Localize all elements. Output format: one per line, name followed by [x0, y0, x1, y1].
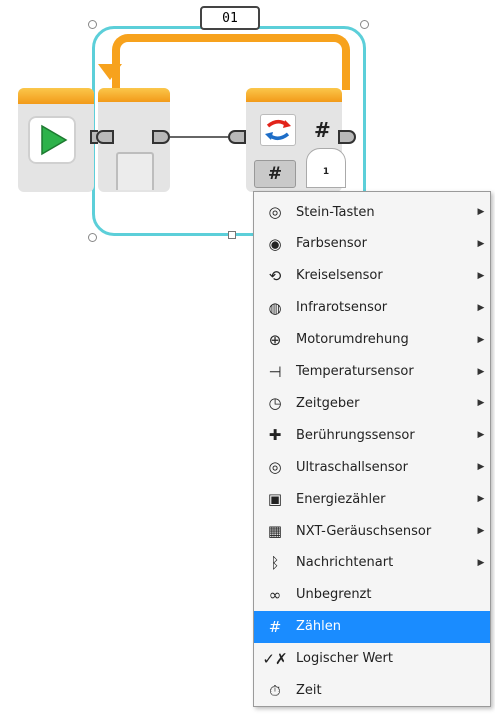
sequence-wire [170, 136, 228, 138]
submenu-arrow-icon: ▶ [477, 430, 485, 441]
submenu-arrow-icon: ▶ [477, 366, 485, 377]
loop-count-value: 1 [322, 167, 330, 177]
menu-item-label: Motorumdrehung [296, 332, 409, 348]
menu-item-label: Kreiselsensor [296, 268, 383, 284]
menu-item[interactable]: ⏱ Zeit [254, 675, 490, 707]
menu-item-label: Ultraschallsensor [296, 459, 408, 475]
start-block[interactable] [18, 88, 94, 192]
infrared-sensor-icon: ◍ [268, 298, 282, 317]
menu-item[interactable]: ▦ NXT-Geräuschsensor ▶ [254, 515, 490, 547]
resize-handle-top-right[interactable] [360, 20, 369, 29]
menu-item-label: Logischer Wert [296, 651, 393, 667]
loop-entry-input-plug[interactable] [96, 130, 114, 144]
loop-name-label[interactable]: 01 [200, 6, 260, 30]
gyro-sensor-icon: ⟲ [268, 266, 282, 285]
menu-item[interactable]: # Zählen [254, 610, 490, 643]
menu-item-label: Farbsensor [296, 236, 367, 252]
touch-sensor-icon: ✚ [268, 426, 282, 445]
loop-end-output-plug[interactable] [338, 130, 356, 144]
menu-item-label: Nachrichtenart [296, 555, 394, 571]
loop-end-input-plug[interactable] [228, 130, 246, 144]
menu-item[interactable]: ✓✗ Logischer Wert [254, 643, 490, 675]
color-sensor-icon: ◉ [268, 234, 282, 253]
timer-icon: ◷ [268, 394, 282, 413]
resize-handle-bottom-left[interactable] [88, 233, 97, 242]
menu-item[interactable]: ▣ Energiezähler ▶ [254, 483, 490, 515]
bluetooth-icon: ᛒ [270, 553, 280, 572]
menu-item[interactable]: ᛒ Nachrichtenart ▶ [254, 547, 490, 579]
resize-handle-top-left[interactable] [88, 20, 97, 29]
submenu-arrow-icon: ▶ [477, 462, 485, 473]
loop-mode-button[interactable] [260, 114, 296, 146]
infinity-icon: ∞ [268, 585, 282, 604]
stopwatch-icon: ⏱ [269, 681, 281, 700]
menu-item-label: Stein-Tasten [296, 204, 375, 220]
menu-item[interactable]: ∞ Unbegrenzt [254, 579, 490, 611]
menu-item[interactable]: ⊕ Motorumdrehung ▶ [254, 324, 490, 356]
loop-mode-icon [265, 120, 291, 140]
menu-item[interactable]: ◎ Ultraschallsensor ▶ [254, 451, 490, 483]
sound-sensor-icon: ▦ [267, 522, 283, 540]
menu-item-label: Berührungssensor [296, 427, 415, 443]
loop-entry-output-plug[interactable] [152, 130, 170, 144]
menu-item-label: Energiezähler [296, 491, 386, 507]
submenu-arrow-icon: ▶ [477, 334, 485, 345]
menu-item-label: NXT-Geräuschsensor [296, 523, 432, 539]
energy-meter-icon: ▣ [267, 490, 283, 509]
menu-item[interactable]: ⊣ Temperatursensor ▶ [254, 356, 490, 388]
ultrasonic-sensor-icon: ◎ [268, 458, 282, 477]
submenu-arrow-icon: ▶ [477, 238, 485, 249]
menu-item-label: Zeitgeber [296, 395, 360, 411]
menu-item-label: Unbegrenzt [296, 587, 372, 603]
menu-item[interactable]: ◎ Stein-Tasten ▶ [254, 196, 490, 228]
loop-entry-socket [116, 152, 154, 190]
loop-mode-symbol: # [314, 118, 331, 142]
loop-arrow-icon [98, 64, 122, 80]
loop-bottom-handle[interactable] [228, 231, 236, 239]
submenu-arrow-icon: ▶ [477, 398, 485, 409]
submenu-arrow-icon: ▶ [477, 207, 485, 217]
menu-item-label: Zeit [296, 683, 322, 698]
submenu-arrow-icon: ▶ [477, 270, 485, 281]
menu-item[interactable]: ◷ Zeitgeber ▶ [254, 387, 490, 419]
brick-buttons-icon: ◎ [268, 203, 282, 221]
loop-mode-context-menu: ◎ Stein-Tasten ▶ ◉ Farbsensor ▶ ⟲ Kreiselsensor… [253, 191, 491, 707]
submenu-arrow-icon: ▶ [477, 302, 485, 313]
motor-rotation-icon: ⊕ [268, 330, 282, 349]
loop-count-hash-button[interactable]: # [254, 160, 296, 188]
submenu-arrow-icon: ▶ [477, 526, 485, 536]
loop-return-bar [112, 34, 350, 90]
menu-item-label: Zählen [296, 619, 341, 635]
submenu-arrow-icon: ▶ [477, 494, 485, 505]
menu-item[interactable]: ⟲ Kreiselsensor ▶ [254, 260, 490, 292]
logic-value-icon: ✓✗ [262, 649, 288, 668]
temperature-sensor-icon: ⊣ [268, 362, 282, 381]
play-icon[interactable] [28, 116, 76, 164]
menu-item[interactable]: ✚ Berührungssensor ▶ [254, 419, 490, 451]
hash-icon: # [268, 617, 282, 636]
menu-item[interactable]: ◉ Farbsensor ▶ [254, 228, 490, 260]
submenu-arrow-icon: ▶ [477, 557, 485, 568]
menu-item-label: Temperatursensor [296, 364, 414, 379]
loop-count-input[interactable]: 1 [306, 148, 346, 188]
menu-item-label: Infrarotsensor [296, 300, 388, 316]
menu-item[interactable]: ◍ Infrarotsensor ▶ [254, 292, 490, 324]
